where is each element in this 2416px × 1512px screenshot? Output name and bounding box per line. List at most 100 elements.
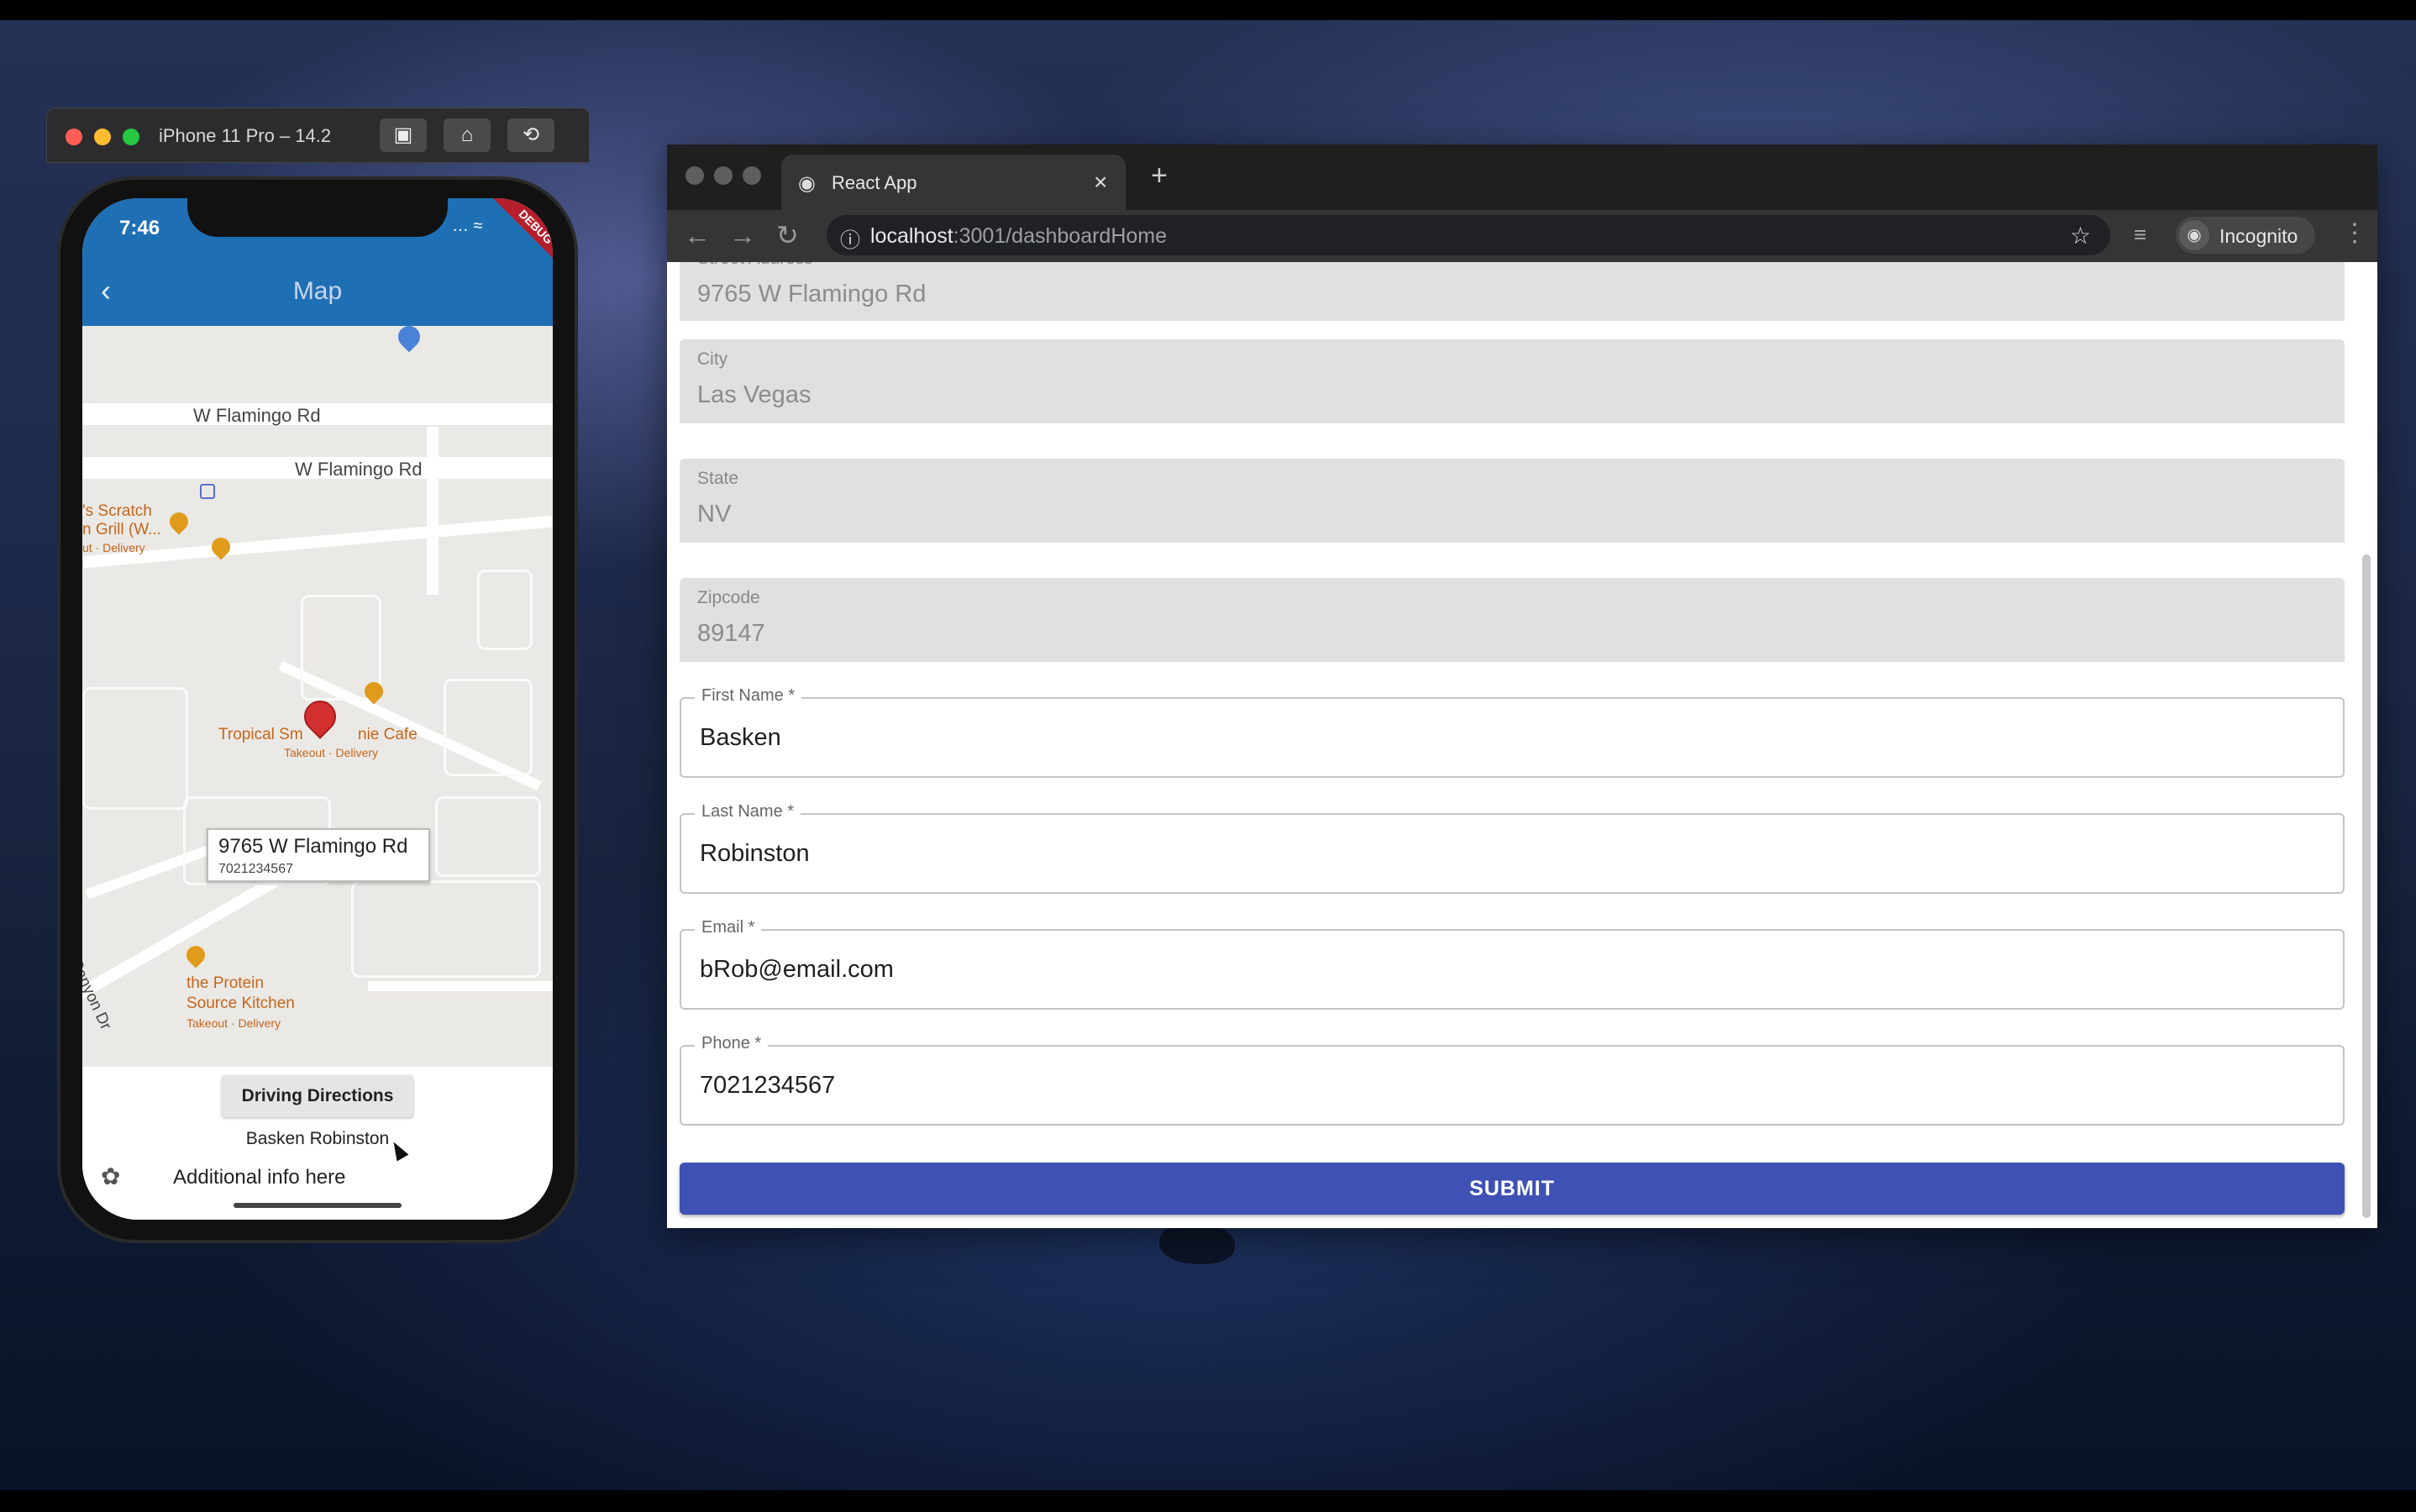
media-control-icon[interactable]: ≡ (2134, 222, 2146, 248)
forward-icon[interactable]: → (729, 220, 756, 250)
restaurant-pin-icon[interactable] (165, 508, 192, 535)
wifi-icon: … ≈ (452, 217, 483, 235)
appbar-title: Map (292, 277, 343, 305)
field-label: State (697, 469, 739, 488)
location-marker-icon[interactable] (297, 694, 343, 739)
field-value: bRob@email.com (700, 956, 894, 983)
field-value: 9765 W Flamingo Rd (697, 281, 927, 307)
poi-label: the Protein (186, 974, 264, 992)
close-window-button[interactable] (66, 129, 82, 145)
submit-button[interactable]: SUBMIT (680, 1163, 2345, 1215)
debug-badge: DEBUG (487, 198, 553, 276)
home-indicator[interactable] (234, 1203, 402, 1208)
field-label: First Name * (695, 686, 802, 706)
driving-directions-button[interactable]: Driving Directions (222, 1075, 413, 1117)
home-button[interactable]: ⌂ (444, 118, 491, 152)
field-value: Robinston (700, 840, 810, 867)
map-place-pin[interactable] (393, 326, 425, 353)
map-block (82, 687, 188, 810)
state-field[interactable]: State NV (680, 459, 2345, 543)
screenshot-button[interactable]: ▣ (380, 118, 427, 152)
new-tab-icon[interactable]: + (1151, 161, 1168, 190)
restaurant-pin-icon[interactable] (182, 942, 209, 969)
close-tab-icon[interactable]: × (1094, 169, 1107, 196)
close-window-button[interactable] (685, 166, 704, 185)
top-black-bar (0, 0, 2416, 20)
poi-sub: ut · Delivery (82, 541, 145, 554)
rotate-icon: ⟲ (522, 123, 540, 146)
map-info-window[interactable]: 9765 W Flamingo Rd 7021234567 (207, 828, 430, 882)
map-block (351, 880, 541, 978)
address-bar[interactable]: ⓘ localhost:3001/dashboardHome ☆ (827, 215, 2110, 255)
phone-input[interactable]: Phone * 7021234567 (680, 1034, 2345, 1126)
poi-label: n Grill (W... (82, 521, 161, 538)
field-label: Phone * (695, 1034, 769, 1053)
road-label: Canyon Dr (82, 956, 115, 1033)
minimize-window-button[interactable] (714, 166, 733, 185)
field-label: Zipcode (697, 588, 760, 607)
paw-icon: ✿ (101, 1163, 121, 1189)
bottom-panel: Driving Directions Basken Robinston ✿ Ad… (82, 1067, 553, 1220)
info-window-title: 9765 W Flamingo Rd (218, 835, 408, 858)
field-value: 7021234567 (700, 1072, 836, 1099)
transit-stop-icon (200, 484, 215, 499)
map-road (368, 981, 553, 991)
kebab-menu-icon[interactable]: ⋮ (2342, 218, 2367, 248)
simulator-toolbar: iPhone 11 Pro – 14.2 ▣ ⌂ ⟲ (46, 108, 590, 163)
city-field[interactable]: City Las Vegas (680, 339, 2345, 423)
map-block (477, 570, 533, 650)
field-value: NV (697, 501, 732, 528)
field-value: 89147 (697, 620, 765, 647)
status-time: 7:46 (119, 217, 160, 239)
page-content: Street Address 9765 W Flamingo Rd City L… (667, 262, 2377, 1228)
street-address-field[interactable]: Street Address 9765 W Flamingo Rd (680, 262, 2345, 321)
url-text: localhost:3001/dashboardHome (870, 224, 1167, 249)
email-input[interactable]: Email * bRob@email.com (680, 918, 2345, 1010)
field-label: Last Name * (695, 802, 801, 822)
poi-label: nie Cafe (358, 726, 418, 743)
person-name: Basken Robinston (245, 1129, 390, 1148)
rotate-button[interactable]: ⟲ (507, 118, 554, 152)
phone-screen: 7:46 … ≈ DEBUG ‹ Map W Flamingo Rd W Fla… (82, 198, 553, 1220)
poi-label: 's Scratch (82, 502, 152, 520)
minimize-window-button[interactable] (94, 129, 111, 145)
browser-toolbar: ← → ↻ ⓘ localhost:3001/dashboardHome ☆ ≡… (667, 210, 2377, 262)
phone-notch (187, 198, 448, 237)
url-host: localhost (870, 224, 953, 248)
field-value: Basken (700, 724, 781, 751)
tab-title: React App (832, 172, 917, 193)
back-icon[interactable]: ← (684, 220, 711, 250)
screenshot-icon: ▣ (393, 123, 413, 146)
url-path: :3001/dashboardHome (953, 224, 1168, 248)
field-label: City (697, 349, 728, 369)
poi-label: Source Kitchen (186, 995, 295, 1012)
reload-icon[interactable]: ↻ (776, 220, 799, 250)
poi-sub: Takeout · Delivery (284, 746, 379, 759)
map-block (435, 796, 541, 877)
additional-info-text: Additional info here (173, 1166, 346, 1189)
vertical-scrollbar[interactable] (2362, 554, 2371, 1218)
field-value: Las Vegas (697, 381, 811, 408)
zoom-window-button[interactable] (743, 166, 761, 185)
info-window-subtitle: 7021234567 (218, 862, 293, 876)
bottom-black-bar (0, 1490, 2416, 1512)
browser-window: ◉ React App × + ← → ↻ ⓘ localhost:3001/d… (667, 144, 2377, 1228)
incognito-label: Incognito (2219, 225, 2298, 247)
tab-react-app[interactable]: ◉ React App × (781, 155, 1126, 210)
road-label: W Flamingo Rd (295, 459, 423, 480)
poi-label: Tropical Sm (218, 726, 303, 743)
poi-sub: Takeout · Delivery (186, 1016, 281, 1030)
globe-icon: ◉ (798, 172, 816, 195)
road-label: W Flamingo Rd (193, 405, 321, 426)
first-name-input[interactable]: First Name * Basken (680, 686, 2345, 778)
google-map[interactable]: W Flamingo Rd W Flamingo Rd Canyon Dr 's… (82, 326, 553, 1067)
map-block (444, 679, 533, 776)
site-info-icon[interactable]: ⓘ (840, 223, 860, 253)
incognito-profile-button[interactable]: ◉ Incognito (2176, 217, 2315, 254)
last-name-input[interactable]: Last Name * Robinston (680, 802, 2345, 894)
tab-strip: ◉ React App × + (667, 144, 2377, 210)
bookmark-star-icon[interactable]: ☆ (2070, 222, 2091, 249)
simulator-title: iPhone 11 Pro – 14.2 (159, 125, 332, 146)
zipcode-field[interactable]: Zipcode 89147 (680, 578, 2345, 662)
zoom-window-button[interactable] (123, 129, 139, 145)
